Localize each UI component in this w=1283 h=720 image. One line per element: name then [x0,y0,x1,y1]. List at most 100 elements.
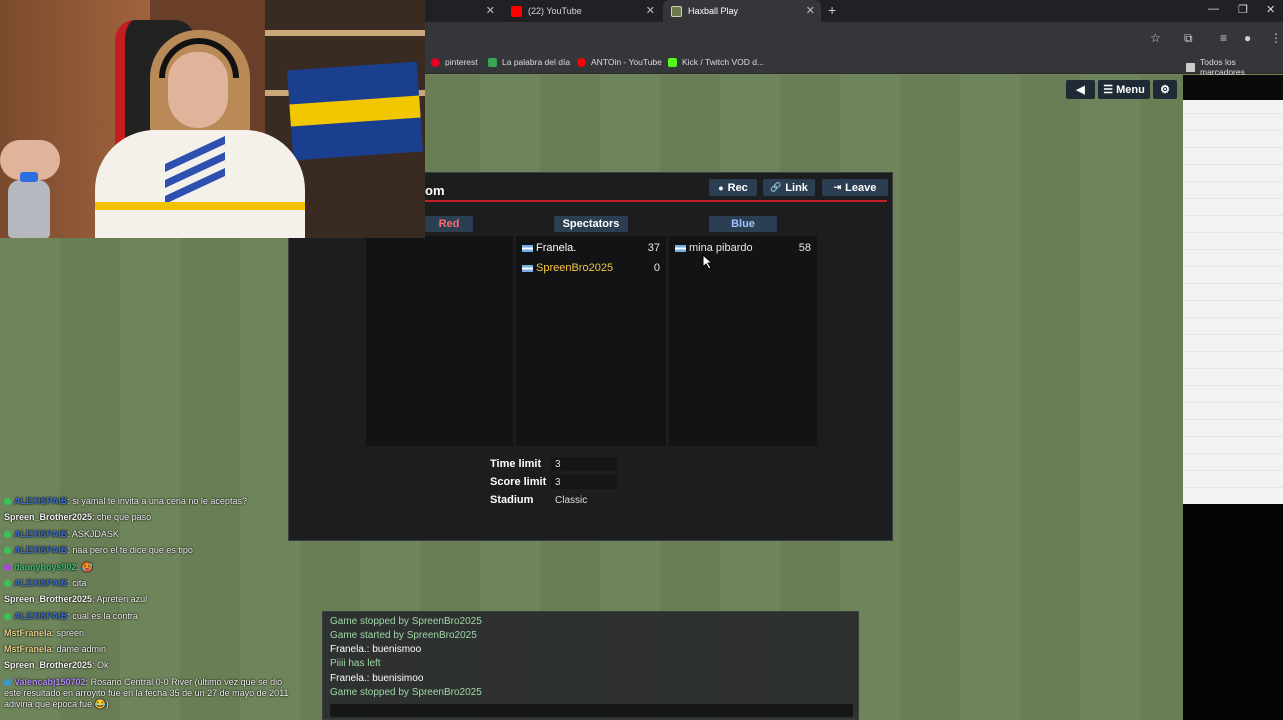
title-divider [425,200,887,202]
time-limit-input[interactable]: 3 [551,457,617,471]
chat-username: dannyboys902 [14,562,77,572]
hamburger-icon: ☰ [1103,84,1114,96]
leave-button[interactable]: ⇥ Leave [822,179,888,196]
webcam-flag [287,61,423,161]
spectators-button[interactable]: Spectators [554,216,628,232]
chat-username: ALEXISPAIB [14,529,68,539]
player-row[interactable]: mina pibardo 58 [675,240,811,256]
record-icon: ● [718,182,724,193]
stream-chat: ALEXISPAIB: si yamal te invita a una cen… [0,494,300,720]
stream-chat-line: ALEXISPAIB: si yamal te invita a una cen… [4,496,294,507]
rec-label: Rec [727,181,748,194]
player-row[interactable]: SpreenBro2025 0 [522,260,660,276]
rec-button[interactable]: ● Rec [709,179,757,196]
bookmark-label: ANTOin - YouTube [591,57,662,67]
bookmark-antoin-youtube[interactable]: ANTOin - YouTube [577,57,662,67]
badge-icon [4,498,11,506]
chat-text: : che que paso [92,512,152,522]
exit-icon: ⇥ [833,182,842,192]
tab-label: Haxball Play [688,6,739,16]
pinterest-icon [431,57,440,67]
bookmark-kick[interactable]: Kick / Twitch VOD d... [668,57,764,67]
game-chat: Game stopped by SpreenBro2025 Game start… [322,611,859,720]
media-icon[interactable]: ≡ [1220,31,1227,45]
time-limit-setting: Time limit 3 [490,457,617,471]
stadium-setting: Stadium Classic [490,493,617,507]
chat-username: ALEXISPAIB [14,545,68,555]
bookmark-label: Kick / Twitch VOD d... [682,57,765,67]
chat-text: : naa pero el te dice que es tipo [67,545,193,555]
streamer [55,20,305,238]
bookmark-icon [488,57,497,67]
chat-username: ALEXISPAIB [14,578,68,588]
argentina-flag-icon [522,264,533,272]
close-icon[interactable]: ✕ [486,4,495,17]
bookmark-label: Todos los marcadores [1199,57,1245,77]
side-panel [1183,504,1283,720]
leave-label: Leave [845,181,877,194]
stream-chat-line: dannyboys902: 🥵 [4,562,294,573]
close-icon[interactable]: ✕ [806,4,815,17]
player-name: mina pibardo [689,242,753,254]
link-icon: 🔗 [770,182,782,192]
haxball-icon [671,5,682,17]
gear-icon: ⚙ [1160,84,1170,96]
kick-icon [668,57,677,67]
chat-text: : cual es la contra [67,611,138,621]
red-team-button[interactable]: Red [425,216,473,232]
red-team-list[interactable] [366,236,513,446]
blue-team-button[interactable]: Blue [709,216,777,232]
chat-message: Game stopped by SpreenBro2025 [330,687,482,698]
room-title: om [425,183,445,198]
spectators-list[interactable]: Franela. 37 SpreenBro2025 0 [516,236,666,446]
player-name: SpreenBro2025 [536,262,614,274]
tab-haxball[interactable]: Haxball Play ✕ [663,0,821,22]
youtube-icon [577,57,586,67]
score-limit-input[interactable]: 3 [551,475,617,489]
chat-message: Piiii has left [330,658,381,669]
tab-label: (22) YouTube [528,6,582,16]
settings-button[interactable]: ⚙ [1153,80,1177,99]
blue-team-list[interactable]: mina pibardo 58 [669,236,817,446]
badge-icon [4,580,11,588]
argentina-flag-icon [522,244,533,252]
bookmark-palabra[interactable]: La palabra del día [488,57,570,67]
player-ping: 58 [798,242,811,254]
extensions-icon[interactable]: ⧉ [1184,31,1193,46]
menu-button[interactable]: ☰ Menu [1098,80,1150,99]
score-limit-setting: Score limit 3 [490,475,617,489]
chat-message: Franela.: buenismoo [330,644,422,655]
badge-icon [4,531,11,539]
restore-icon[interactable]: ❐ [1238,3,1248,16]
chat-text: : dame admin [51,644,107,654]
stream-chat-line: Spreen_Brother2025: che que paso [4,512,294,523]
chat-username: ALEXISPAIB [14,496,68,506]
chat-input[interactable] [330,704,853,717]
chat-text: : Apreten azul [92,594,148,604]
chat-text: : spreen [51,628,85,638]
youtube-icon [511,5,522,17]
star-icon[interactable]: ☆ [1150,31,1161,45]
side-panel [1183,75,1283,100]
player-row[interactable]: Franela. 37 [522,240,660,256]
stream-chat-line: Spreen_Brother2025: Ok [4,660,294,671]
mouse-cursor-icon [702,254,714,270]
player-ping: 0 [653,262,660,274]
stream-chat-line: ALEXISPAIB: naa pero el te dice que es t… [4,545,294,556]
close-window-icon[interactable]: ✕ [1266,3,1275,16]
link-button[interactable]: 🔗 Link [763,179,815,196]
minimize-icon[interactable]: — [1208,3,1219,15]
tab-youtube[interactable]: (22) YouTube ✕ [503,0,661,22]
back-button[interactable]: ◀ [1066,80,1095,99]
webcam-bottle [8,172,50,238]
back-icon: ◀ [1076,84,1085,96]
new-tab-button[interactable]: + [828,2,836,18]
bookmark-pinterest[interactable]: pinterest [431,57,478,67]
tab-partial[interactable]: ✕ [425,0,501,22]
profile-icon[interactable]: ● [1244,31,1251,45]
more-icon[interactable]: ⋮ [1270,31,1282,45]
stadium-value[interactable]: Classic [551,493,617,507]
close-icon[interactable]: ✕ [646,4,655,17]
bookmark-all[interactable]: Todos los marcadores [1186,57,1283,77]
setting-label: Score limit [490,476,547,488]
